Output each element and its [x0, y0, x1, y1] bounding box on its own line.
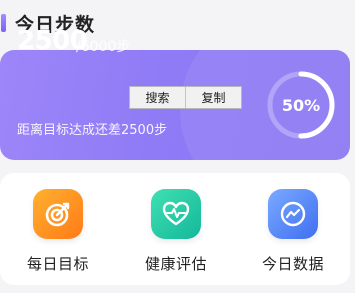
steps-remaining-text: 距离目标达成还差2500步 — [17, 123, 168, 138]
feature-today-data[interactable]: 今日数据 — [243, 189, 343, 274]
feature-card: 每日目标 健康评估 今日数据 — [0, 173, 350, 285]
steps-goal: /6000步 — [76, 39, 131, 55]
context-copy-button[interactable]: 复制 — [185, 87, 241, 108]
title-accent-bar — [1, 14, 6, 32]
feature-label: 健康评估 — [144, 255, 207, 273]
trend-chart-icon — [268, 189, 318, 239]
context-search-button[interactable]: 搜索 — [130, 87, 185, 108]
feature-daily-goal[interactable]: 每日目标 — [8, 189, 108, 274]
steps-progress-ring: 50% — [266, 70, 336, 140]
feature-label: 今日数据 — [261, 255, 324, 273]
target-icon — [33, 189, 83, 239]
heart-pulse-icon — [151, 189, 201, 239]
feature-health-assessment[interactable]: 健康评估 — [126, 189, 226, 274]
progress-percent-label: 50% — [281, 95, 321, 115]
feature-label: 每日目标 — [26, 255, 89, 273]
text-context-menu: 搜索 复制 — [129, 86, 242, 109]
